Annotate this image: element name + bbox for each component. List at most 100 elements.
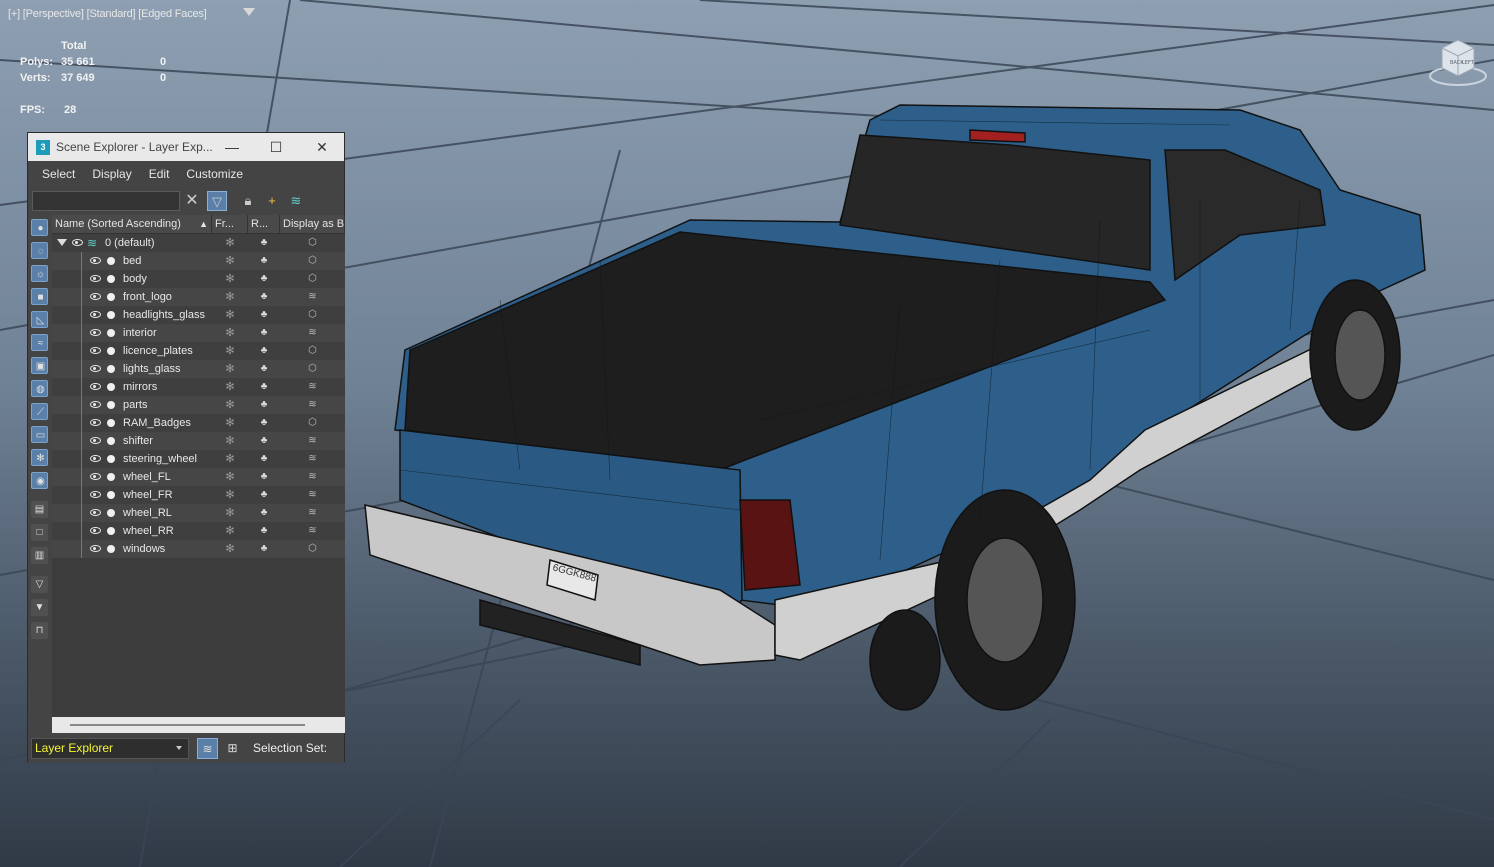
visibility-eye-icon[interactable] [72,239,83,246]
add-layer-icon[interactable]: + [262,191,282,211]
explorer-type-dropdown[interactable]: Layer Explorer [31,738,189,759]
select-filter-icon[interactable]: ▽ [31,576,48,593]
minimize-button[interactable]: — [210,133,254,161]
renderable-teapot-icon[interactable]: ♣ [248,396,280,414]
funnel-icon[interactable]: ▼ [31,599,48,616]
scene-explorer-window[interactable]: 3 Scene Explorer - Layer Exp... — ☐ ✕ Se… [27,132,345,763]
layer-row[interactable]: body ✻ ♣ ⬡ [52,270,345,288]
layer-row[interactable]: mirrors ✻ ♣ ≋ [52,378,345,396]
freeze-icon[interactable]: ✻ [212,360,248,378]
column-frozen[interactable]: Fr... [212,215,248,233]
display-invert-icon[interactable]: ▥ [31,547,48,564]
display-layers-icon[interactable]: ≋ [280,324,345,342]
layer-name[interactable]: windows [123,540,165,558]
layer-row-default[interactable]: ≋ 0 (default) ✻ ♣ ⬡ [52,234,345,252]
freeze-icon[interactable]: ✻ [212,342,248,360]
display-layers-icon[interactable]: ≋ [280,396,345,414]
sort-by-layer-icon[interactable]: ≋ [197,738,218,759]
layer-name[interactable]: front_logo [123,288,172,306]
display-none-icon[interactable]: □ [31,524,48,541]
display-helpers-icon[interactable]: ◺ [31,311,48,328]
renderable-teapot-icon[interactable]: ♣ [248,486,280,504]
visibility-eye-icon[interactable] [90,437,101,444]
display-shapes-icon[interactable]: ◌ [31,242,48,259]
renderable-teapot-icon[interactable]: ♣ [248,540,280,558]
layer-name[interactable]: wheel_FR [123,486,173,504]
menu-display[interactable]: Display [92,167,131,181]
renderable-teapot-icon[interactable]: ♣ [248,378,280,396]
maximize-button[interactable]: ☐ [254,133,298,161]
display-groups-icon[interactable]: ▣ [31,357,48,374]
layer-name[interactable]: lights_glass [123,360,180,378]
viewcube[interactable]: BACK LEFT [1428,38,1488,88]
layer-name[interactable]: wheel_RR [123,522,174,540]
freeze-icon[interactable]: ✻ [212,522,248,540]
viewport-label[interactable]: [+] [Perspective] [Standard] [Edged Face… [8,8,207,20]
layer-name[interactable]: licence_plates [123,342,193,360]
renderable-teapot-icon[interactable]: ♣ [248,414,280,432]
display-box-icon[interactable]: ⬡ [280,252,345,270]
visibility-eye-icon[interactable] [90,419,101,426]
visibility-eye-icon[interactable] [90,545,101,552]
visibility-eye-icon[interactable] [90,509,101,516]
layer-list[interactable]: Name (Sorted Ascending) ▲ Fr... R... Dis… [52,215,345,717]
renderable-teapot-icon[interactable]: ♣ [248,450,280,468]
menu-select[interactable]: Select [42,167,75,181]
display-layers-icon[interactable]: ≋ [280,288,345,306]
selection-set-label[interactable]: Selection Set: [253,739,327,757]
layer-name[interactable]: steering_wheel [123,450,197,468]
visibility-eye-icon[interactable] [90,401,101,408]
display-layers-icon[interactable]: ≋ [280,468,345,486]
renderable-teapot-icon[interactable]: ♣ [248,234,280,252]
display-xrefs-icon[interactable]: ◍ [31,380,48,397]
visibility-eye-icon[interactable] [90,311,101,318]
freeze-icon[interactable]: ✻ [212,540,248,558]
visibility-eye-icon[interactable] [90,293,101,300]
column-render[interactable]: R... [248,215,280,233]
layer-row[interactable]: interior ✻ ♣ ≋ [52,324,345,342]
display-box-icon[interactable]: ⬡ [280,234,345,252]
display-containers-icon[interactable]: ▭ [31,426,48,443]
layer-row[interactable]: parts ✻ ♣ ≋ [52,396,345,414]
filter-icon[interactable]: ▽ [207,191,227,211]
renderable-teapot-icon[interactable]: ♣ [248,360,280,378]
display-box-icon[interactable]: ⬡ [280,270,345,288]
layer-row[interactable]: wheel_RL ✻ ♣ ≋ [52,504,345,522]
freeze-icon[interactable]: ✻ [212,396,248,414]
visibility-eye-icon[interactable] [90,527,101,534]
layer-row[interactable]: shifter ✻ ♣ ≋ [52,432,345,450]
layer-name[interactable]: mirrors [123,378,157,396]
freeze-icon[interactable]: ✻ [212,306,248,324]
close-button[interactable]: ✕ [300,133,344,161]
visibility-eye-icon[interactable] [90,329,101,336]
layer-name[interactable]: headlights_glass [123,306,205,324]
freeze-icon[interactable]: ✻ [212,288,248,306]
lock-icon[interactable]: 🔒︎ [238,191,258,211]
layer-name[interactable]: RAM_Badges [123,414,191,432]
freeze-icon[interactable]: ✻ [212,504,248,522]
display-layers-icon[interactable]: ≋ [280,432,345,450]
column-name[interactable]: Name (Sorted Ascending) ▲ [52,215,212,233]
layers-icon[interactable]: ≋ [286,191,306,211]
display-bones-icon[interactable]: ⟋ [31,403,48,420]
scrollbar-thumb[interactable] [70,724,305,726]
filter-icon[interactable] [243,8,255,16]
display-cameras-icon[interactable]: ■ [31,288,48,305]
visibility-eye-icon[interactable] [90,365,101,372]
horizontal-scrollbar[interactable] [52,717,345,733]
layer-row[interactable]: lights_glass ✻ ♣ ⬡ [52,360,345,378]
display-box-icon[interactable]: ⬡ [280,360,345,378]
renderable-teapot-icon[interactable]: ♣ [248,270,280,288]
layer-name[interactable]: bed [123,252,141,270]
display-all-icon[interactable]: ▤ [31,501,48,518]
freeze-icon[interactable]: ✻ [212,432,248,450]
layer-row[interactable]: wheel_RR ✻ ♣ ≋ [52,522,345,540]
layer-row[interactable]: front_logo ✻ ♣ ≋ [52,288,345,306]
renderable-teapot-icon[interactable]: ♣ [248,432,280,450]
display-layers-icon[interactable]: ≋ [280,450,345,468]
visibility-eye-icon[interactable] [90,473,101,480]
display-lights-icon[interactable]: ☼ [31,265,48,282]
freeze-icon[interactable]: ✻ [212,270,248,288]
column-display[interactable]: Display as Bo [280,215,345,233]
display-layers-icon[interactable]: ≋ [280,522,345,540]
